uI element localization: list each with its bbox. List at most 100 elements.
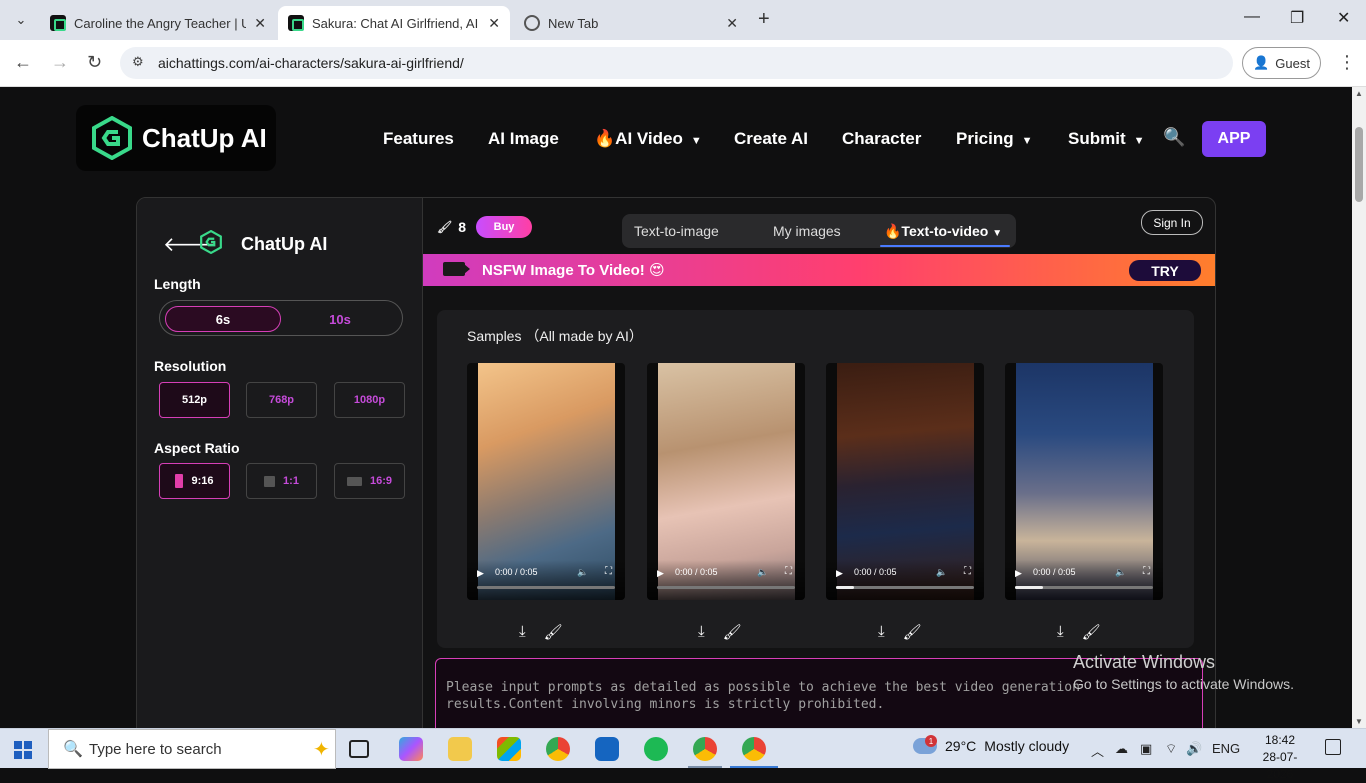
chrome-menu-icon[interactable]: ⋮ xyxy=(1338,52,1356,73)
meet-now-icon[interactable]: ▣ xyxy=(1140,741,1152,757)
play-icon[interactable]: ▶ xyxy=(836,568,843,579)
close-tab-icon[interactable]: ✕ xyxy=(254,15,266,32)
reload-icon[interactable]: ↻ xyxy=(87,52,102,73)
fullscreen-icon[interactable]: ⛶ xyxy=(1143,566,1150,577)
volume-icon[interactable]: 🔈 xyxy=(936,567,947,578)
url-field[interactable]: ⚙ aichattings.com/ai-characters/sakura-a… xyxy=(120,47,1233,79)
spotify-icon[interactable] xyxy=(644,737,668,761)
download-icon[interactable]: ⤓ xyxy=(698,623,705,641)
length-option-6s[interactable]: 6s xyxy=(165,306,281,332)
nav-character[interactable]: Character xyxy=(842,129,921,149)
nav-ai-image[interactable]: AI Image xyxy=(488,129,559,149)
sign-in-button[interactable]: Sign In xyxy=(1141,210,1203,235)
minimize-icon[interactable]: — xyxy=(1244,8,1260,26)
volume-icon[interactable]: 🔈 xyxy=(577,567,588,578)
play-icon[interactable]: ▶ xyxy=(657,568,664,579)
nav-create-ai[interactable]: Create AI xyxy=(734,129,808,149)
onedrive-icon[interactable]: ☁ xyxy=(1115,741,1128,757)
brush-icon[interactable]: 🖌 xyxy=(723,623,742,641)
chatup-favicon-icon xyxy=(288,15,304,31)
fullscreen-icon[interactable]: ⛶ xyxy=(785,566,792,577)
nav-ai-video[interactable]: 🔥AI Video ▼ xyxy=(594,129,702,149)
volume-icon[interactable]: 🔊 xyxy=(1186,741,1202,757)
chrome-profile-icon[interactable] xyxy=(693,737,717,761)
play-icon[interactable]: ▶ xyxy=(477,568,484,579)
volume-icon[interactable]: 🔈 xyxy=(1115,567,1126,578)
browser-tab-new[interactable]: New Tab ✕ xyxy=(514,6,748,40)
video-time: 0:00 / 0:05 xyxy=(675,567,718,577)
tab-my-images[interactable]: My images xyxy=(773,223,841,239)
tab-search-chevron-icon[interactable]: ⌄ xyxy=(8,8,34,32)
clock[interactable]: 18:42 28-07-2026 xyxy=(1250,732,1310,783)
microsoft-store-icon[interactable] xyxy=(497,737,521,761)
back-arrow-icon[interactable]: ← xyxy=(14,52,32,73)
aspect-16-9[interactable]: 16:9 xyxy=(334,463,405,499)
resolution-768p[interactable]: 768p xyxy=(246,382,317,418)
brush-icon[interactable]: 🖌 xyxy=(903,623,922,641)
chatup-favicon-icon xyxy=(50,15,66,31)
resolution-1080p[interactable]: 1080p xyxy=(334,382,405,418)
aspect-1-1[interactable]: 1:1 xyxy=(246,463,317,499)
banner-text: NSFW Image To Video! 😍 xyxy=(482,262,665,279)
scrollbar-thumb[interactable] xyxy=(1355,127,1363,202)
new-tab-plus-icon[interactable]: + xyxy=(758,8,770,31)
sample-video[interactable]: ▶ 0:00 / 0:05 🔈 ⛶ xyxy=(647,363,805,600)
fullscreen-icon[interactable]: ⛶ xyxy=(605,566,612,577)
resolution-512p[interactable]: 512p xyxy=(159,382,230,418)
video-progress-bar[interactable] xyxy=(477,586,615,589)
sample-video[interactable]: ▶ 0:00 / 0:05 🔈 ⛶ xyxy=(826,363,984,600)
length-option-10s[interactable]: 10s xyxy=(282,306,398,332)
site-logo[interactable]: ChatUp AI xyxy=(76,105,276,171)
wifi-icon[interactable]: ⌔ xyxy=(1165,741,1177,757)
taskbar-search[interactable]: 🔍 Type here to search ✦ xyxy=(48,729,336,769)
play-icon[interactable]: ▶ xyxy=(1015,568,1022,579)
scroll-down-icon[interactable]: ▼ xyxy=(1355,717,1363,726)
video-progress-bar[interactable] xyxy=(657,586,795,589)
sample-video[interactable]: ▶ 0:00 / 0:05 🔈 ⛶ xyxy=(467,363,625,600)
page-scrollbar[interactable]: ▲ ▼ xyxy=(1352,87,1366,728)
nav-features[interactable]: Features xyxy=(383,129,454,149)
download-icon[interactable]: ⤓ xyxy=(1057,623,1064,641)
windows-start-icon[interactable] xyxy=(14,741,32,759)
file-explorer-icon[interactable] xyxy=(448,737,472,761)
tab-text-to-image[interactable]: Text-to-image xyxy=(634,223,719,239)
notification-icon[interactable] xyxy=(1325,739,1341,755)
outlook-icon[interactable] xyxy=(595,737,619,761)
video-progress-bar[interactable] xyxy=(1015,586,1153,589)
restore-icon[interactable]: ❐ xyxy=(1290,8,1304,28)
forward-arrow-icon[interactable]: → xyxy=(51,52,69,73)
download-icon[interactable]: ⤓ xyxy=(878,623,885,641)
browser-tab-sakura[interactable]: Sakura: Chat AI Girlfriend, AI Ch ✕ xyxy=(278,6,510,40)
brush-icon[interactable]: 🖌 xyxy=(544,623,563,641)
close-tab-icon[interactable]: ✕ xyxy=(726,15,738,32)
scroll-up-icon[interactable]: ▲ xyxy=(1355,89,1363,98)
try-button[interactable]: TRY xyxy=(1129,260,1201,281)
search-icon[interactable]: 🔍 xyxy=(1163,127,1185,148)
language-indicator[interactable]: ENG xyxy=(1212,741,1240,756)
tab-text-to-video[interactable]: 🔥Text-to-video ▼ xyxy=(884,223,1002,240)
download-icon[interactable]: ⤓ xyxy=(519,623,526,641)
sample-video[interactable]: ▶ 0:00 / 0:05 🔈 ⛶ xyxy=(1005,363,1163,600)
close-window-icon[interactable]: ✕ xyxy=(1337,8,1350,28)
video-progress-bar[interactable] xyxy=(836,586,974,589)
copilot-icon[interactable] xyxy=(399,737,423,761)
close-tab-icon[interactable]: ✕ xyxy=(488,15,500,32)
promo-banner[interactable]: NSFW Image To Video! 😍 TRY xyxy=(423,254,1215,286)
aspect-9-16[interactable]: 9:16 xyxy=(159,463,230,499)
chrome-active-icon[interactable] xyxy=(742,737,766,761)
fullscreen-icon[interactable]: ⛶ xyxy=(964,566,971,577)
task-view-icon[interactable] xyxy=(349,740,369,758)
volume-icon[interactable]: 🔈 xyxy=(757,567,768,578)
brush-icon[interactable]: 🖌 xyxy=(1082,623,1101,641)
site-info-icon[interactable]: ⚙ xyxy=(132,54,144,70)
taskbar-search-placeholder: Type here to search xyxy=(89,740,222,758)
buy-button[interactable]: Buy xyxy=(476,216,533,238)
web-page: ChatUp AI Features AI Image 🔥AI Video ▼ C… xyxy=(0,87,1352,728)
chrome-icon[interactable] xyxy=(546,737,570,761)
app-button[interactable]: APP xyxy=(1202,121,1266,157)
nav-pricing[interactable]: Pricing ▼ xyxy=(956,129,1033,149)
profile-button[interactable]: 👤 Guest xyxy=(1242,47,1321,79)
nav-submit[interactable]: Submit ▼ xyxy=(1068,129,1145,149)
browser-tab-caroline[interactable]: Caroline the Angry Teacher | Un ✕ xyxy=(40,6,276,40)
tray-chevron-icon[interactable]: ︿ xyxy=(1091,741,1104,760)
